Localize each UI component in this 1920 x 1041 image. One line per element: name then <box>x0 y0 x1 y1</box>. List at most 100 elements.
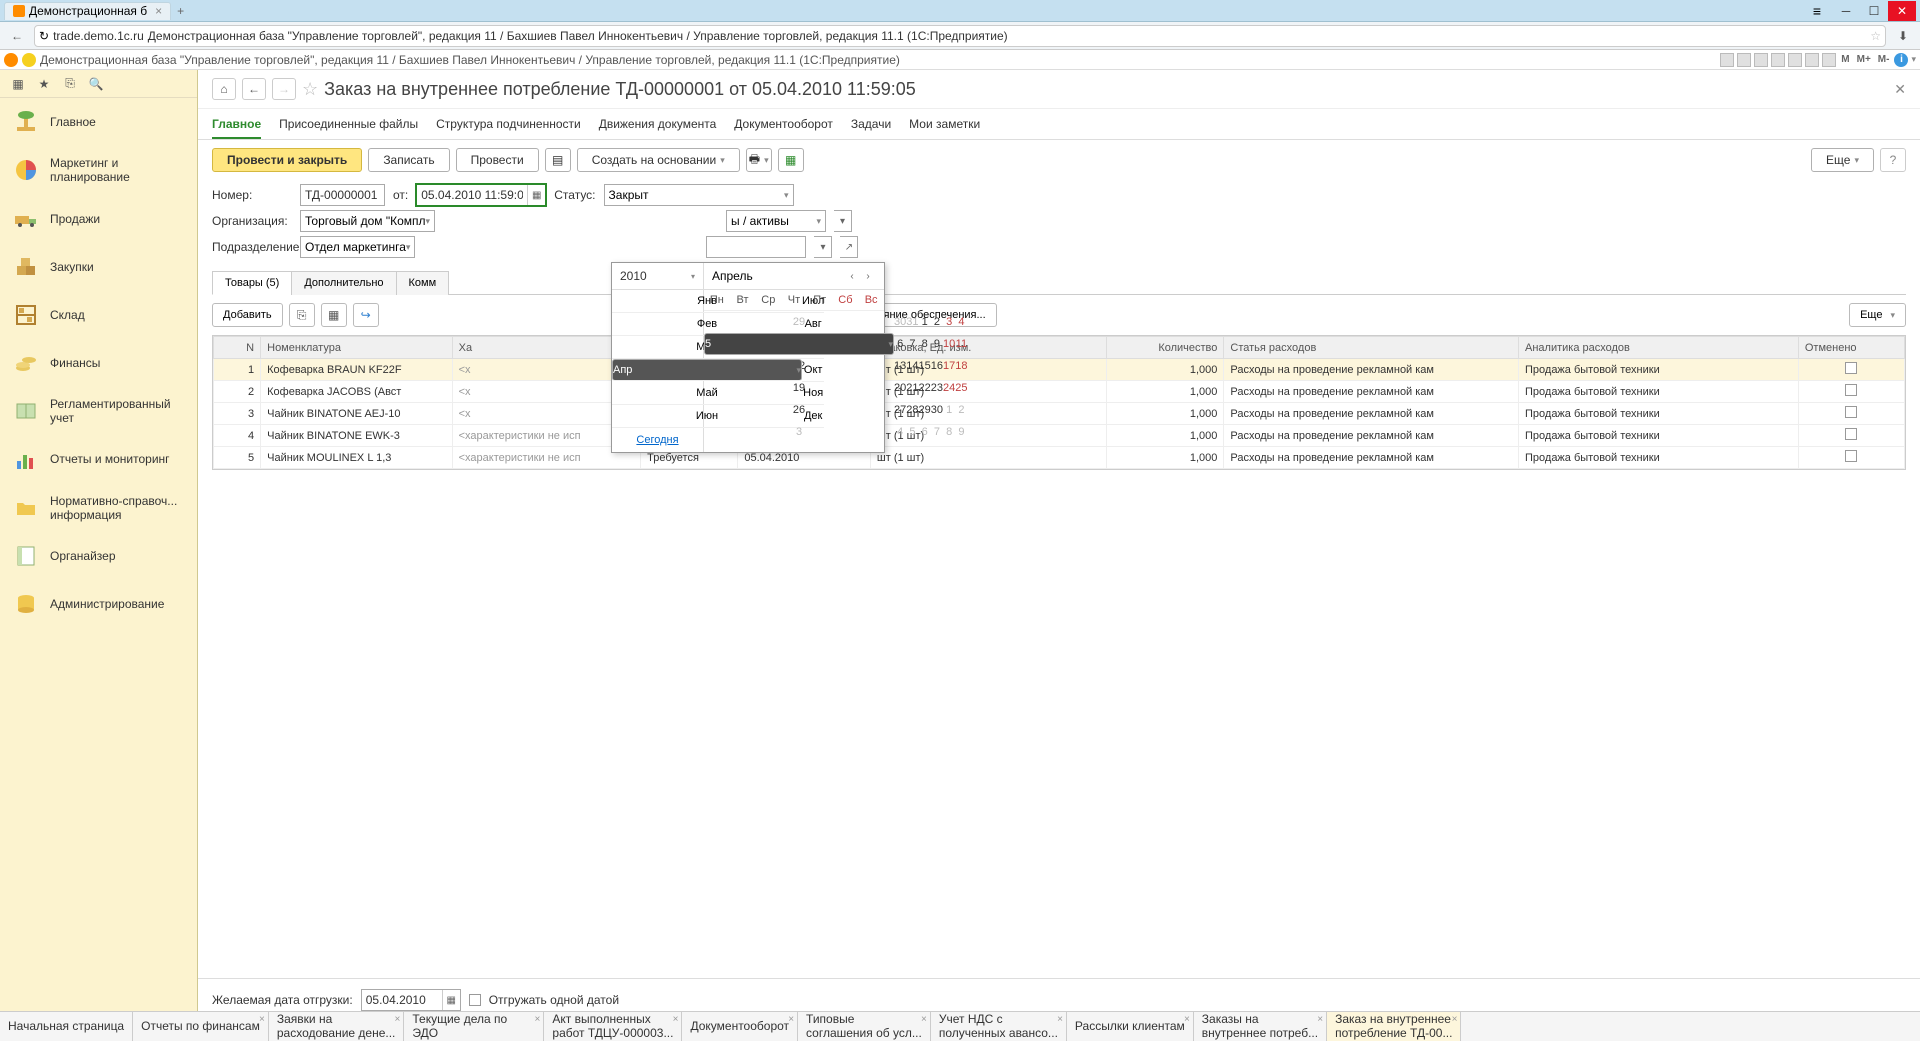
write-button[interactable]: Записать <box>368 148 449 172</box>
tool-icon[interactable] <box>1720 53 1734 67</box>
table-row[interactable]: 4 Чайник BINATONE EWK-3 <характеристики … <box>214 425 1905 447</box>
tab-close-icon[interactable]: × <box>395 1014 401 1025</box>
back-button[interactable]: ← <box>6 25 28 47</box>
canceled-checkbox[interactable] <box>1845 362 1857 374</box>
calendar-day-cell[interactable]: 3 <box>943 311 955 333</box>
table-row[interactable]: 2 Кофеварка JACOBS (Авст <х шт (1 шт) 1,… <box>214 381 1905 403</box>
sidebar-item-reference[interactable]: Нормативно-справоч... информация <box>0 484 197 533</box>
sidebar-item-organizer[interactable]: Органайзер <box>0 532 197 580</box>
tab-movements[interactable]: Движения документа <box>599 113 717 139</box>
calendar-day-cell[interactable]: 2 <box>955 399 967 421</box>
tab-workflow[interactable]: Документооборот <box>734 113 833 139</box>
calendar-day-cell[interactable]: 22 <box>919 377 931 399</box>
share-icon[interactable]: ↪ <box>353 303 379 327</box>
calendar-day-cell[interactable]: 7 <box>931 421 943 443</box>
tab-close-icon[interactable]: × <box>921 1014 927 1025</box>
history-icon[interactable]: ⎘ <box>62 76 78 92</box>
post-and-close-button[interactable]: Провести и закрыть <box>212 148 362 172</box>
sidebar-item-sales[interactable]: Продажи <box>0 195 197 243</box>
bottom-tab[interactable]: ×Типовыесоглашения об усл... <box>798 1012 931 1041</box>
help-button[interactable]: ? <box>1880 148 1906 172</box>
calendar-day-cell[interactable]: 28 <box>906 399 918 421</box>
url-field[interactable]: ↻ trade.demo.1c.ru Демонстрационная база… <box>34 25 1886 47</box>
calendar-day-cell[interactable]: 6 <box>894 333 906 355</box>
home-button[interactable]: ⌂ <box>212 78 236 100</box>
calendar-day-cell[interactable]: 30 <box>931 399 943 421</box>
bottom-tab[interactable]: ×Документооборот <box>682 1012 798 1041</box>
table-more-button[interactable]: Еще <box>1849 303 1906 327</box>
col-analytics[interactable]: Аналитика расходов <box>1519 337 1799 359</box>
canceled-checkbox[interactable] <box>1845 406 1857 418</box>
memory-mminus-button[interactable]: M- <box>1876 54 1892 65</box>
bottom-tab[interactable]: ×Заказы навнутреннее потреб... <box>1194 1012 1327 1041</box>
calendar-day-cell[interactable]: 24 <box>943 377 955 399</box>
calendar-day-cell[interactable]: 16 <box>931 355 943 377</box>
sidebar-item-reports[interactable]: Отчеты и мониторинг <box>0 436 197 484</box>
sidebar-item-admin[interactable]: Администрирование <box>0 580 197 628</box>
ship-calendar-icon[interactable]: ▦ <box>442 990 460 1010</box>
download-icon[interactable]: ⬇ <box>1892 25 1914 47</box>
calendar-day-cell[interactable]: 30 <box>894 311 906 333</box>
sub-tab-goods[interactable]: Товары (5) <box>212 271 292 295</box>
canceled-checkbox[interactable] <box>1845 450 1857 462</box>
nav-forward-button[interactable]: → <box>272 78 296 100</box>
search-icon[interactable]: 🔍 <box>88 76 104 92</box>
table-row[interactable]: 1 Кофеварка BRAUN KF22F <х шт (1 шт) 1,0… <box>214 359 1905 381</box>
calendar-day-cell[interactable]: 8 <box>943 421 955 443</box>
org-select[interactable]: Торговый дом "Компл <box>300 210 435 232</box>
extra-dropdown-icon[interactable]: ▾ <box>814 236 832 258</box>
calendar-day-cell[interactable]: 3 <box>704 421 894 443</box>
calendar-year-select[interactable]: 2010 <box>612 263 703 290</box>
calendar-day-cell[interactable]: 25 <box>955 377 967 399</box>
calendar-day-cell[interactable]: 11 <box>955 333 967 355</box>
tool-icon[interactable] <box>1737 53 1751 67</box>
tab-close-icon[interactable]: × <box>1184 1014 1190 1025</box>
calendar-day-cell[interactable]: 18 <box>955 355 967 377</box>
table-row[interactable]: 3 Чайник BINATONE AEJ-10 <х шт (1 шт) 1,… <box>214 403 1905 425</box>
memory-m-button[interactable]: M <box>1839 54 1851 65</box>
add-row-button[interactable]: Добавить <box>212 303 283 327</box>
sidebar-item-warehouse[interactable]: Склад <box>0 291 197 339</box>
tab-close-icon[interactable]: × <box>535 1014 541 1025</box>
calendar-day-cell[interactable]: 23 <box>931 377 943 399</box>
browser-menu-icon[interactable]: ≡ <box>1802 1 1832 21</box>
calendar-day-cell[interactable]: 7 <box>906 333 918 355</box>
bottom-tab[interactable]: ×Акт выполненныхработ ТДЦУ-000003... <box>544 1012 682 1041</box>
report-icon-button[interactable]: ▦ <box>778 148 804 172</box>
bottom-tab[interactable]: ×Заявки нарасходование дене... <box>269 1012 405 1041</box>
tool-icon[interactable] <box>1771 53 1785 67</box>
tab-tasks[interactable]: Задачи <box>851 113 891 139</box>
maximize-button[interactable]: ☐ <box>1860 1 1888 21</box>
more-button[interactable]: Еще <box>1811 148 1874 172</box>
bottom-tab[interactable]: ×Отчеты по финансам <box>133 1012 269 1041</box>
sidebar-item-accounting[interactable]: Регламентированный учет <box>0 387 197 436</box>
calendar-next-icon[interactable]: › <box>860 271 876 282</box>
favorite-star-icon[interactable]: ☆ <box>302 79 318 100</box>
calendar-open-icon[interactable]: ▦ <box>527 185 545 205</box>
calendar-day-cell[interactable]: 4 <box>894 421 906 443</box>
list-icon-button[interactable]: ▤ <box>545 148 571 172</box>
tool-icon[interactable] <box>1805 53 1819 67</box>
favorites-star-icon[interactable]: ★ <box>36 76 52 92</box>
calendar-day-cell[interactable]: 13 <box>894 355 906 377</box>
assets-open-icon[interactable]: ▾ <box>834 210 852 232</box>
date-input[interactable] <box>417 185 527 205</box>
calendar-day-cell[interactable]: 20 <box>894 377 906 399</box>
tab-close-icon[interactable]: × <box>1057 1014 1063 1025</box>
tab-close-icon[interactable]: × <box>1317 1014 1323 1025</box>
title-dropdown-icon[interactable]: ▾ <box>1911 54 1916 65</box>
calendar-day-cell[interactable]: 9 <box>931 333 943 355</box>
tab-main[interactable]: Главное <box>212 113 261 139</box>
col-nomenclature[interactable]: Номенклатура <box>261 337 452 359</box>
calendar-day-cell[interactable]: 5 <box>704 333 894 355</box>
tab-close-icon[interactable]: × <box>788 1014 794 1025</box>
sub-tab-extra[interactable]: Дополнительно <box>291 271 396 295</box>
col-canceled[interactable]: Отменено <box>1798 337 1904 359</box>
col-n[interactable]: N <box>214 337 261 359</box>
bottom-tab[interactable]: ×Текущие дела по ЭДО <box>404 1012 544 1041</box>
table-row[interactable]: 5 Чайник MOULINEX L 1,3 <характеристики … <box>214 447 1905 469</box>
sidebar-item-purchases[interactable]: Закупки <box>0 243 197 291</box>
calendar-day-cell[interactable]: 21 <box>906 377 918 399</box>
post-button[interactable]: Провести <box>456 148 539 172</box>
reload-icon[interactable]: ↻ <box>39 29 49 43</box>
